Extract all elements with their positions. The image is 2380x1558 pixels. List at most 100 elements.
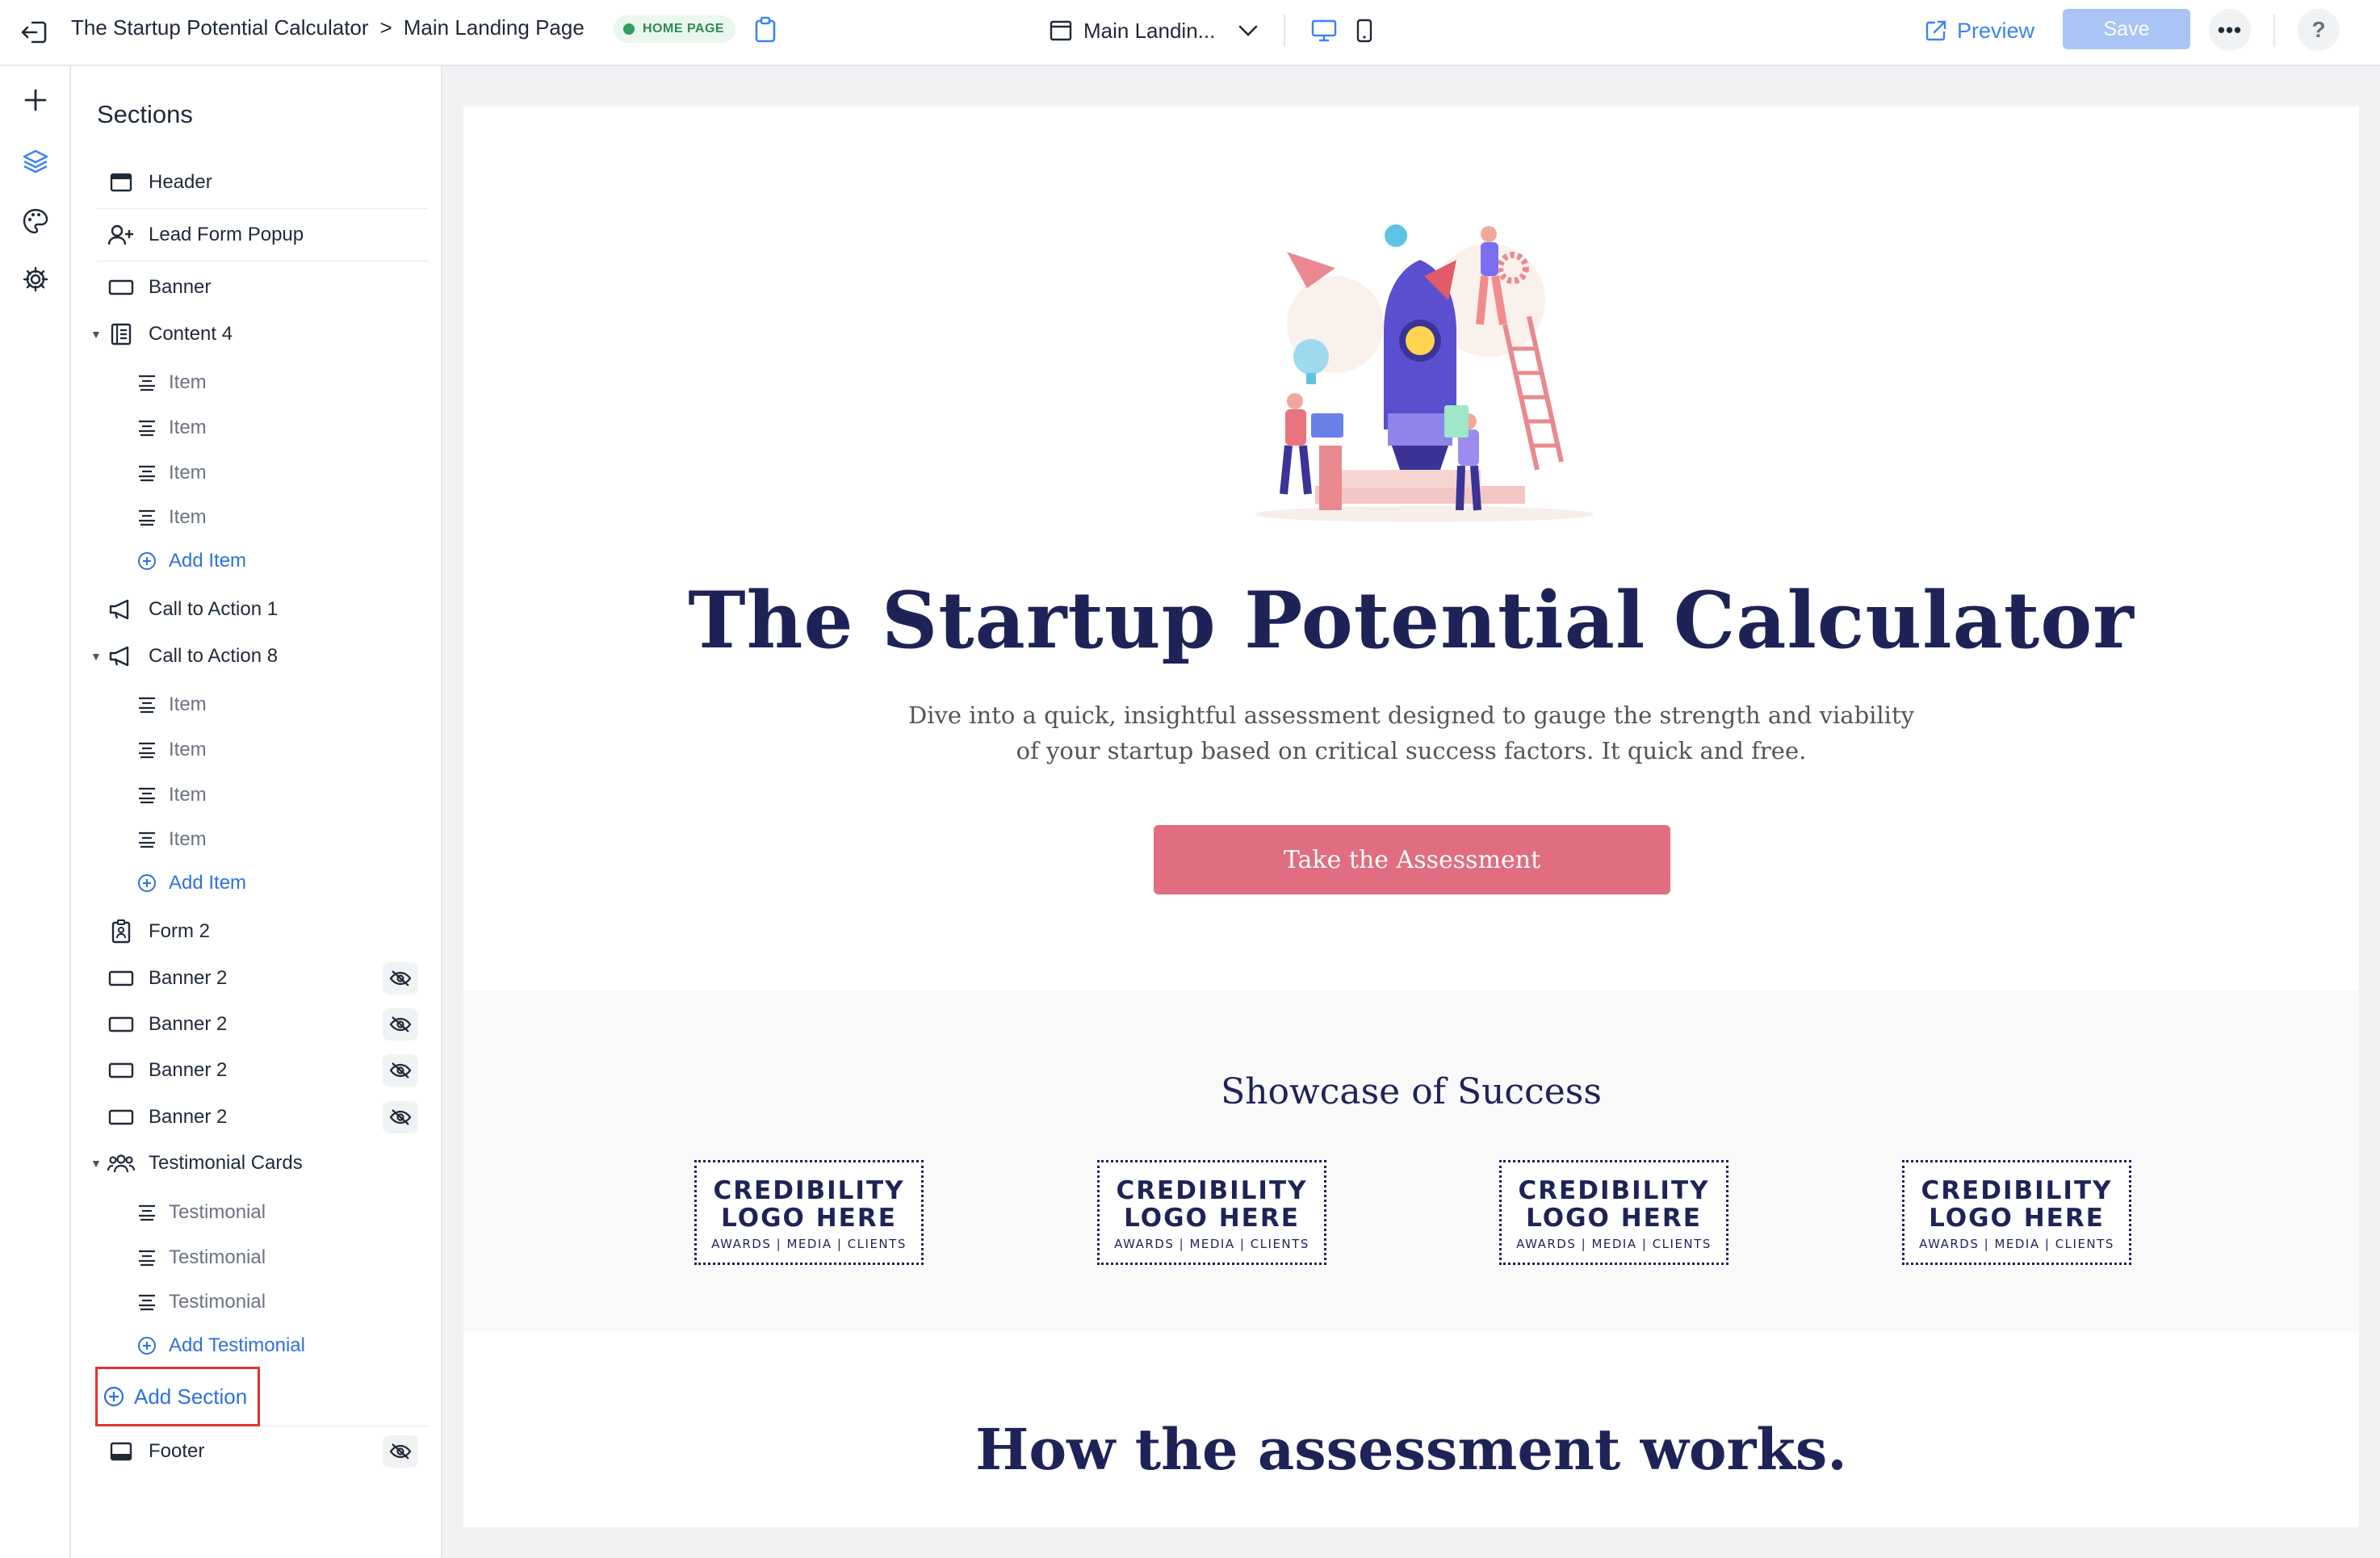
megaphone-icon	[107, 595, 136, 624]
text-lines-icon	[136, 413, 158, 442]
people-icon	[107, 1149, 136, 1178]
landing-page-preview[interactable]: The Startup Potential Calculator Dive in…	[463, 107, 2359, 1527]
content-icon	[107, 320, 136, 349]
showcase-title: Showcase of Success	[1221, 1071, 1602, 1112]
logo-tagline: AWARDS | MEDIA | CLIENTS	[1114, 1237, 1309, 1251]
palette-icon[interactable]	[18, 203, 53, 239]
logo-tagline: AWARDS | MEDIA | CLIENTS	[1919, 1237, 2114, 1251]
item-row[interactable]: Item	[71, 777, 442, 813]
section-banner-2[interactable]: Banner 2	[71, 961, 442, 996]
section-footer[interactable]: Footer	[71, 1434, 442, 1469]
add-section-button[interactable]: Add Section	[103, 1379, 247, 1414]
hero-subtitle[interactable]: Dive into a quick, insightful assessment…	[463, 697, 2359, 769]
hidden-eye-icon[interactable]	[383, 1101, 418, 1133]
add-item-label: Add Item	[169, 550, 247, 572]
item-label: Item	[169, 739, 207, 760]
section-label: Lead Form Popup	[149, 224, 304, 245]
item-label: Item	[169, 506, 207, 528]
preview-button[interactable]: Preview	[1925, 15, 2034, 47]
section-content-4[interactable]: ▼ Content 4	[71, 316, 442, 352]
hero-subtitle-line: Dive into a quick, insightful assessment…	[907, 702, 1914, 729]
how-it-works-title[interactable]: How the assessment works.	[463, 1416, 2359, 1483]
section-call-to-action-1[interactable]: Call to Action 1	[71, 592, 442, 627]
exit-editor-icon[interactable]	[18, 16, 50, 48]
more-options-button[interactable]: •••	[2209, 9, 2251, 51]
hidden-eye-icon[interactable]	[383, 1008, 418, 1041]
showcase-section[interactable]: Showcase of Success CREDIBILITY LOGO HERE…	[463, 991, 2359, 1333]
section-banner[interactable]: Banner	[71, 270, 442, 305]
testimonial-label: Testimonial	[169, 1201, 266, 1223]
section-testimonial-cards[interactable]: ▼ Testimonial Cards	[71, 1145, 442, 1181]
section-label: Banner 2	[149, 1013, 228, 1035]
section-label: Banner 2	[149, 967, 228, 989]
testimonial-row[interactable]: Testimonial	[71, 1195, 442, 1230]
chevron-down-icon[interactable]: ▼	[90, 1157, 102, 1170]
save-button[interactable]: Save	[2063, 9, 2190, 49]
testimonial-label: Testimonial	[169, 1246, 266, 1268]
gear-icon[interactable]	[18, 262, 53, 297]
add-item-button[interactable]: Add Item	[71, 865, 442, 901]
testimonial-row[interactable]: Testimonial	[71, 1240, 442, 1275]
home-page-badge-label: HOME PAGE	[643, 22, 725, 36]
plus-circle-icon	[136, 547, 158, 576]
item-row[interactable]: Item	[71, 410, 442, 446]
take-assessment-button[interactable]: Take the Assessment	[1154, 825, 1670, 894]
item-row[interactable]: Item	[71, 732, 442, 768]
text-lines-icon	[136, 459, 158, 488]
logo-text: CREDIBILITY	[713, 1176, 905, 1205]
help-button[interactable]: ?	[2298, 9, 2340, 51]
add-item-button[interactable]: Add Item	[71, 543, 442, 579]
clipboard-icon[interactable]	[754, 16, 777, 44]
hidden-eye-icon[interactable]	[383, 962, 418, 995]
section-banner-2[interactable]: Banner 2	[71, 1007, 442, 1042]
section-banner-2[interactable]: Banner 2	[71, 1099, 442, 1135]
page-selector-label: Main Landin...	[1083, 18, 1216, 43]
item-row[interactable]: Item	[71, 822, 442, 857]
plus-circle-icon	[103, 1386, 124, 1407]
page-selector[interactable]: Main Landin...	[1050, 15, 1259, 47]
testimonial-label: Testimonial	[169, 1291, 266, 1313]
logo-text: LOGO HERE	[1929, 1204, 2105, 1233]
section-call-to-action-8[interactable]: ▼ Call to Action 8	[71, 639, 442, 674]
add-testimonial-button[interactable]: Add Testimonial	[71, 1328, 442, 1363]
item-label: Item	[169, 828, 207, 850]
section-lead-form-popup[interactable]: Lead Form Popup	[71, 217, 442, 253]
divider	[1284, 15, 1285, 47]
add-user-icon	[107, 220, 136, 249]
text-lines-icon	[136, 1288, 158, 1317]
testimonial-row[interactable]: Testimonial	[71, 1284, 442, 1320]
section-banner-2[interactable]: Banner 2	[71, 1053, 442, 1088]
credibility-logo: CREDIBILITY LOGO HERE AWARDS | MEDIA | CL…	[694, 1160, 924, 1265]
chevron-down-icon[interactable]: ▼	[90, 650, 102, 663]
hidden-eye-icon[interactable]	[383, 1054, 418, 1087]
text-lines-icon	[136, 1243, 158, 1272]
item-label: Item	[169, 371, 207, 393]
desktop-view-icon[interactable]	[1309, 16, 1339, 45]
item-label: Item	[169, 417, 207, 438]
credibility-logo: CREDIBILITY LOGO HERE AWARDS | MEDIA | CL…	[1902, 1160, 2131, 1265]
text-lines-icon	[136, 503, 158, 532]
section-form-2[interactable]: Form 2	[71, 914, 442, 949]
item-row[interactable]: Item	[71, 365, 442, 400]
logo-tagline: AWARDS | MEDIA | CLIENTS	[1516, 1237, 1712, 1251]
section-label: Banner 2	[149, 1059, 228, 1081]
text-lines-icon	[136, 690, 158, 719]
chevron-down-icon[interactable]: ▼	[90, 328, 102, 341]
layers-icon[interactable]	[18, 144, 53, 179]
logo-text: CREDIBILITY	[1921, 1176, 2113, 1205]
sections-tree: Header Lead Form Popup Banner ▼ Content …	[71, 0, 442, 1558]
plus-icon[interactable]	[18, 82, 53, 118]
logo-tagline: AWARDS | MEDIA | CLIENTS	[711, 1237, 907, 1251]
item-row[interactable]: Item	[71, 455, 442, 491]
item-label: Item	[169, 784, 207, 806]
hero-title[interactable]: The Startup Potential Calculator	[463, 575, 2359, 666]
section-header[interactable]: Header	[71, 165, 442, 200]
banner-icon	[107, 1103, 136, 1132]
banner-icon	[107, 1010, 136, 1039]
text-lines-icon	[136, 735, 158, 764]
hidden-eye-icon[interactable]	[383, 1435, 418, 1468]
mobile-view-icon[interactable]	[1350, 16, 1379, 45]
item-row[interactable]: Item	[71, 687, 442, 722]
banner-icon	[107, 273, 136, 302]
item-row[interactable]: Item	[71, 500, 442, 535]
